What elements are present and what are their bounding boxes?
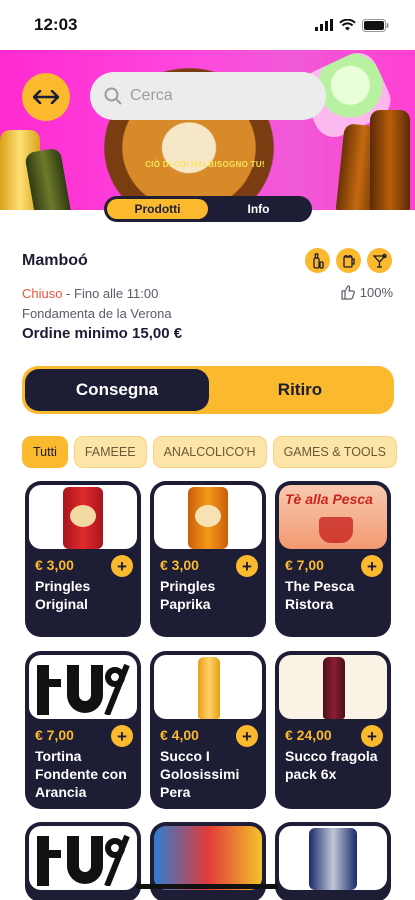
back-arrow-icon [33, 90, 59, 104]
battery-icon [362, 18, 389, 32]
delivery-option-ritiro[interactable]: Ritiro [209, 369, 391, 411]
product-card[interactable]: € 4,00 + Succo I Golosissimi Pera [150, 651, 266, 809]
pesca-brand-text: Tè alla Pesca [285, 491, 373, 507]
add-to-cart-button[interactable]: + [111, 555, 133, 577]
shop-category-icons [305, 248, 392, 273]
beer-bottle-icon [305, 248, 330, 273]
opening-hours: - Fino alle 11:00 [62, 286, 159, 301]
product-name: Succo I Golosissimi Pera [160, 748, 240, 800]
add-to-cart-button[interactable]: + [236, 555, 258, 577]
category-chip-games-tools[interactable]: GAMES & TOOLS [272, 436, 397, 468]
wifi-icon [339, 19, 356, 31]
product-name: Pringles Paprika [160, 578, 216, 612]
product-image [279, 655, 387, 719]
beer-bottle-image [370, 110, 410, 210]
delivery-mode-toggle: Consegna Ritiro [22, 366, 394, 414]
add-to-cart-button[interactable]: + [236, 725, 258, 747]
product-image [29, 655, 137, 719]
delivery-option-consegna[interactable]: Consegna [25, 369, 209, 411]
product-price: € 3,00 [160, 557, 199, 573]
hero-tagline: CIÒ DI CUI HAI BISOGNO TU! [145, 160, 265, 169]
product-price: € 4,00 [160, 727, 199, 743]
category-chip-tutti[interactable]: Tutti [22, 436, 68, 468]
product-price: € 24,00 [285, 727, 332, 743]
category-chip-fameee[interactable]: FAMEEE [73, 436, 147, 468]
product-card[interactable]: € 3,00 + Pringles Paprika [150, 481, 266, 637]
signal-icon [315, 19, 333, 31]
product-card[interactable]: € 7,00 + Tortina Fondente con Arancia [25, 651, 141, 809]
shop-address: Fondamenta de la Verona [22, 306, 172, 321]
product-card[interactable]: € 24,00 + Succo fragola pack 6x [275, 651, 391, 809]
search-placeholder: Cerca [130, 87, 173, 104]
product-image [154, 485, 262, 549]
product-card[interactable]: Tè alla Pesca € 7,00 + The Pesca Ristora [275, 481, 391, 637]
add-to-cart-button[interactable]: + [361, 555, 383, 577]
tab-prodotti[interactable]: Prodotti [107, 199, 208, 219]
product-card[interactable] [25, 822, 141, 900]
add-to-cart-button[interactable]: + [111, 725, 133, 747]
status-time: 12:03 [34, 15, 78, 34]
status-icons [315, 18, 389, 32]
brand-logo-image [37, 663, 130, 715]
content-tabs: Prodotti Info [104, 196, 312, 222]
add-to-cart-button[interactable]: + [361, 725, 383, 747]
status-closed: Chiuso [22, 286, 63, 301]
energy-drink-can-image [309, 828, 357, 890]
home-indicator [136, 884, 278, 889]
beer-mug-icon [336, 248, 361, 273]
product-name: Pringles Original [35, 578, 91, 612]
tab-info[interactable]: Info [208, 199, 309, 219]
product-price: € 3,00 [35, 557, 74, 573]
thumbs-up-icon [341, 285, 355, 300]
product-card[interactable] [275, 822, 391, 900]
product-image [29, 826, 137, 890]
product-image [279, 826, 387, 890]
juice-bottle-image [198, 657, 220, 719]
shop-name: Mamboó [22, 252, 88, 269]
rating-value: 100% [359, 285, 393, 300]
shop-rating: 100% [341, 285, 393, 300]
product-name: The Pesca Ristora [285, 578, 355, 612]
minimum-order: Ordine minimo 15,00 € [22, 325, 183, 342]
product-card[interactable]: € 3,00 + Pringles Original [25, 481, 141, 637]
category-chips: Tutti FAMEEE ANALCOLICO'H GAMES & TOOLS [22, 436, 397, 468]
product-image [154, 655, 262, 719]
back-button[interactable] [22, 73, 70, 121]
product-name: Succo fragola pack 6x [285, 748, 378, 782]
cocktail-icon [367, 248, 392, 273]
brand-logo-image [37, 834, 130, 886]
status-bar: 12:03 [0, 0, 415, 50]
search-icon [104, 87, 122, 105]
shop-status: Chiuso - Fino alle 11:00 [22, 286, 158, 301]
product-name: Tortina Fondente con Arancia [35, 748, 127, 800]
product-image [29, 485, 137, 549]
search-input[interactable]: Cerca [90, 72, 326, 120]
juice-bottle-image [323, 657, 345, 719]
product-price: € 7,00 [35, 727, 74, 743]
product-price: € 7,00 [285, 557, 324, 573]
product-image [154, 826, 262, 890]
category-chip-analcolico[interactable]: ANALCOLICO'H [152, 436, 267, 468]
product-image: Tè alla Pesca [279, 485, 387, 549]
